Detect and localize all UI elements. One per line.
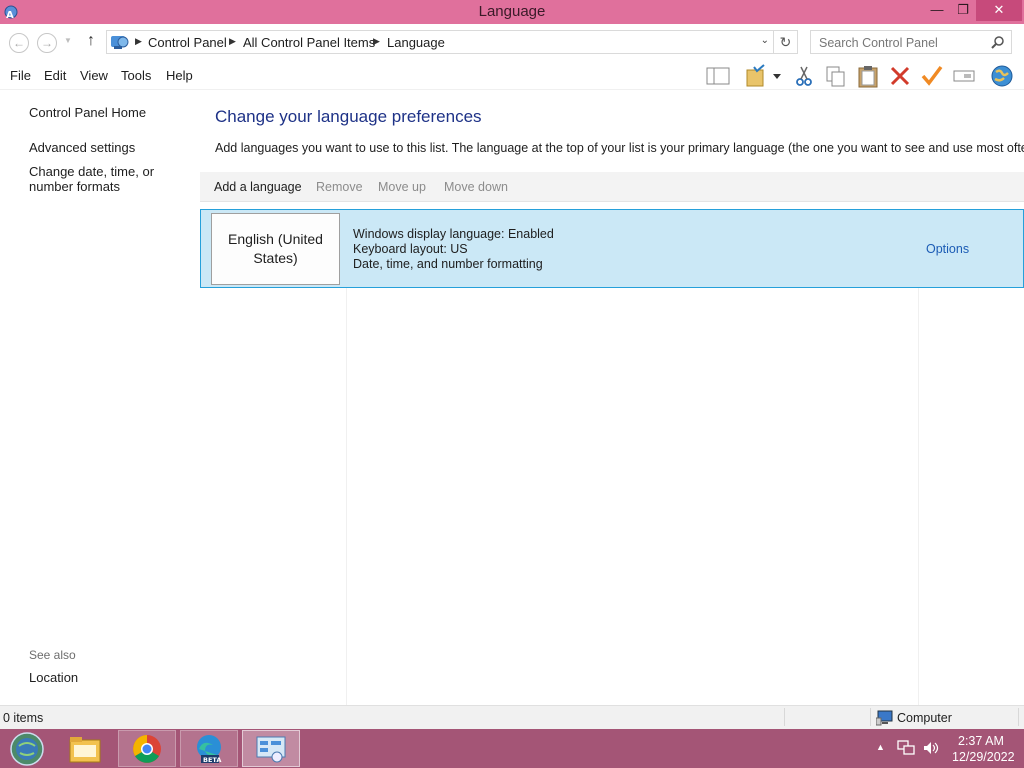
dropdown-arrow-icon[interactable] [770,64,784,88]
keyboard-layout: Keyboard layout: US [353,242,468,256]
page-description: Add languages you want to use to this li… [215,141,1024,155]
menu-help[interactable]: Help [166,68,193,83]
recent-locations-dropdown[interactable]: ▼ [64,36,72,45]
breadcrumb-separator-icon[interactable]: ▶ [373,36,380,47]
move-up-button[interactable]: Move up [378,180,426,194]
svg-text:BETA: BETA [203,756,221,764]
delete-icon[interactable] [888,64,912,88]
edge-beta-icon: BETA [197,734,221,764]
taskbar-edge-beta[interactable]: BETA [180,730,238,767]
clock-date[interactable]: 12/29/2022 [952,750,1015,764]
minimize-button[interactable]: — [924,0,950,21]
breadcrumb-all-items[interactable]: All Control Panel Items [243,35,375,50]
menu-bar: File Edit View Tools Help [0,60,1024,90]
copy-icon[interactable] [824,64,848,88]
close-button[interactable]: ✕ [976,0,1022,21]
search-icon[interactable] [991,35,1005,49]
breadcrumb-language[interactable]: Language [387,35,445,50]
file-explorer-icon [69,736,101,762]
search-input[interactable]: Search Control Panel [810,30,1012,54]
formatting-info: Date, time, and number formatting [353,257,543,271]
breadcrumb-separator-icon[interactable]: ▶ [135,36,142,47]
move-down-button[interactable]: Move down [444,180,508,194]
command-bar: Add a language Remove Move up Move down [200,172,1024,202]
start-button[interactable] [0,730,54,767]
status-divider [870,708,871,726]
menu-tools[interactable]: Tools [121,68,151,83]
start-orb-icon [10,731,44,766]
check-icon[interactable] [920,64,944,88]
taskbar-control-panel[interactable] [242,730,300,767]
control-panel-taskbar-icon [256,736,286,762]
cut-icon[interactable] [792,64,816,88]
forward-button[interactable]: → [37,33,57,53]
change-date-time-formats-link[interactable]: Change date, time, or number formats [29,164,199,194]
column-divider [346,288,347,705]
globe-icon[interactable] [990,64,1014,88]
taskbar: BETA ▲ 2:37 AM 12/29/2022 [0,729,1024,768]
maximize-button[interactable]: ❐ [950,0,976,21]
volume-icon[interactable] [922,740,940,756]
menu-file[interactable]: File [10,68,31,83]
breadcrumb-separator-icon[interactable]: ▶ [229,36,236,47]
status-location: Computer [897,711,952,725]
taskbar-file-explorer[interactable] [56,730,114,767]
address-dropdown-icon[interactable]: ⌄ [761,35,769,46]
status-divider [784,708,785,726]
up-button[interactable]: ↑ [87,32,95,50]
address-field[interactable]: ▶ Control Panel ▶ All Control Panel Item… [106,30,774,54]
menu-view[interactable]: View [80,68,108,83]
clock-time[interactable]: 2:37 AM [958,734,1004,748]
address-toolbar: ← → ▼ ↑ ▶ Control Panel ▶ All Control Pa… [0,24,1024,60]
status-bar: 0 items Computer [0,705,1024,729]
see-also-heading: See also [29,648,76,662]
properties-icon[interactable] [744,64,768,88]
title-bar: A Language — ❐ ✕ [0,0,1024,24]
column-divider [918,288,919,705]
taskbar-chrome[interactable] [118,730,176,767]
options-link[interactable]: Options [926,242,969,256]
menu-edit[interactable]: Edit [44,68,66,83]
window-title: Language [478,3,546,20]
main-content: Change your language preferences Add lan… [200,90,1024,705]
advanced-settings-link[interactable]: Advanced settings [29,140,135,155]
rename-icon[interactable] [952,64,976,88]
control-panel-home-link[interactable]: Control Panel Home [29,105,146,120]
search-placeholder: Search Control Panel [819,36,938,50]
computer-icon [876,710,893,726]
layout-icon[interactable] [706,64,730,88]
show-hidden-icons-button[interactable]: ▲ [876,742,885,752]
left-navigation-pane: Control Panel Home Advanced settings Cha… [0,90,200,705]
status-divider [1018,708,1019,726]
location-link[interactable]: Location [29,670,78,685]
control-panel-icon [111,36,129,49]
add-language-button[interactable]: Add a language [214,180,302,194]
display-language-status: Windows display language: Enabled [353,227,554,241]
paste-icon[interactable] [856,64,880,88]
language-tile[interactable]: English (United States) [211,213,340,285]
page-title: Change your language preferences [215,107,482,126]
chrome-icon [133,734,161,763]
back-button[interactable]: ← [9,33,29,53]
item-count: 0 items [3,711,44,725]
refresh-button[interactable]: ↻ [774,30,798,54]
language-list-item[interactable]: English (United States) Windows display … [200,209,1024,288]
breadcrumb-control-panel[interactable]: Control Panel [148,35,227,50]
remove-button[interactable]: Remove [316,180,363,194]
network-icon[interactable] [897,740,915,756]
